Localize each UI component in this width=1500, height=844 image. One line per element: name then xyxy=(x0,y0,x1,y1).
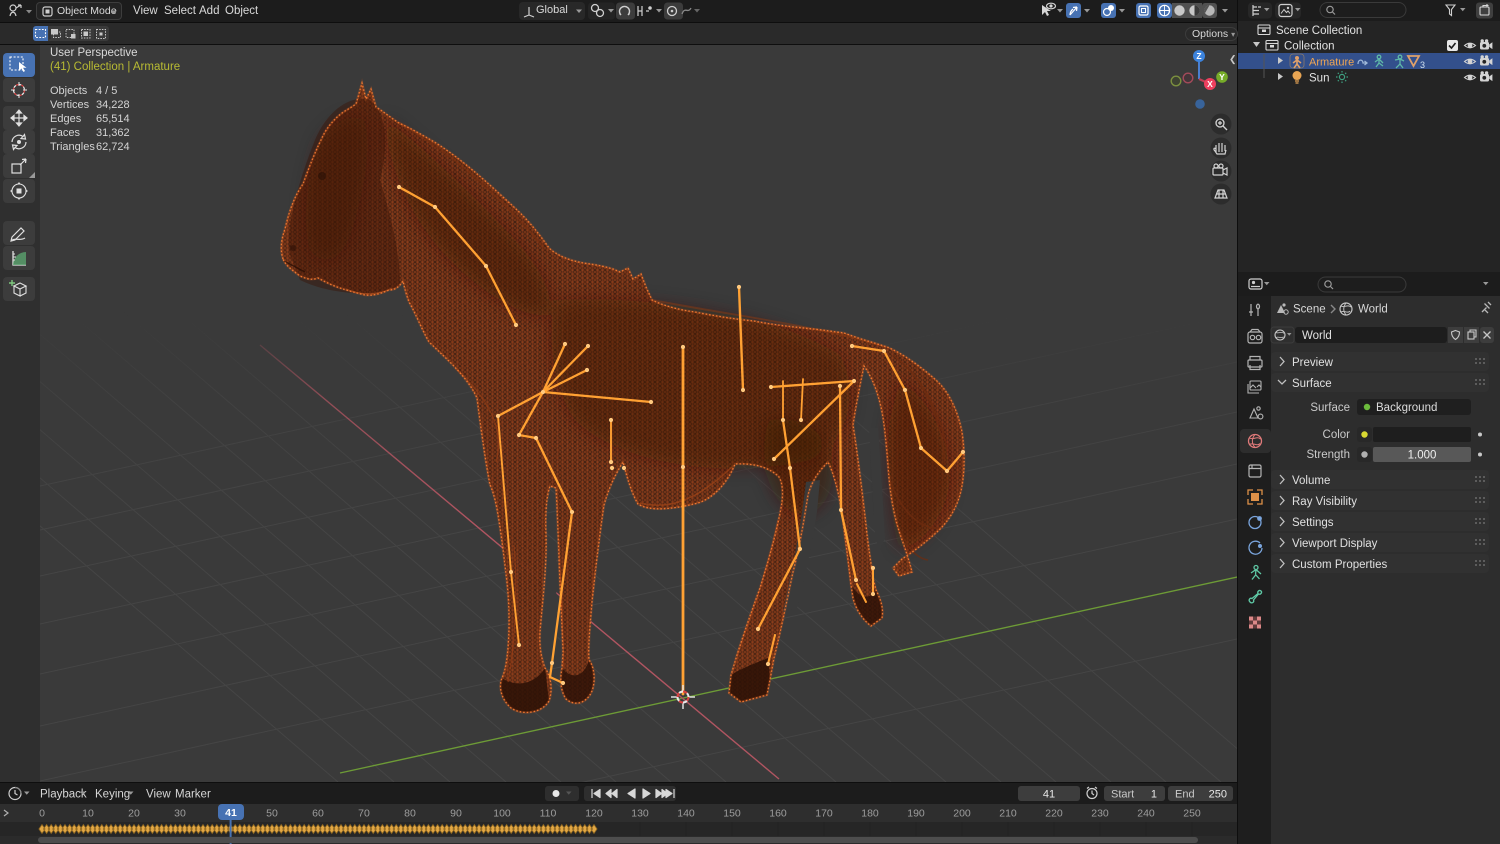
svg-text:Background: Background xyxy=(1376,402,1437,414)
svg-text:30: 30 xyxy=(174,808,186,820)
svg-text:Preview: Preview xyxy=(1292,357,1334,369)
svg-text:200: 200 xyxy=(953,808,971,820)
svg-text:1: 1 xyxy=(1151,789,1157,801)
svg-text:250: 250 xyxy=(1183,808,1201,820)
svg-text:120: 120 xyxy=(585,808,603,820)
svg-text:100: 100 xyxy=(493,808,511,820)
svg-text:Custom Properties: Custom Properties xyxy=(1292,559,1387,571)
svg-text:X: X xyxy=(1207,79,1213,89)
svg-text:90: 90 xyxy=(450,808,462,820)
svg-text:170: 170 xyxy=(815,808,833,820)
svg-text:50: 50 xyxy=(266,808,278,820)
svg-text:250: 250 xyxy=(1209,789,1227,801)
svg-text:3: 3 xyxy=(1420,60,1425,70)
svg-text:110: 110 xyxy=(540,808,557,820)
svg-text:140: 140 xyxy=(677,808,695,820)
svg-text:80: 80 xyxy=(404,808,416,820)
svg-text:❮: ❮ xyxy=(1229,54,1237,65)
svg-text:150: 150 xyxy=(723,808,741,820)
svg-text:190: 190 xyxy=(907,808,925,820)
svg-text:180: 180 xyxy=(861,808,879,820)
svg-text:Sun: Sun xyxy=(1309,73,1329,85)
svg-text:Start: Start xyxy=(1111,789,1134,801)
svg-text:10: 10 xyxy=(82,808,94,820)
svg-text:220: 220 xyxy=(1045,808,1063,820)
svg-text:Viewport Display: Viewport Display xyxy=(1292,538,1378,550)
svg-text:Color: Color xyxy=(1323,429,1351,441)
svg-text:Surface: Surface xyxy=(1310,402,1350,414)
svg-text:Scene: Scene xyxy=(1293,304,1326,316)
svg-text:Playback: Playback xyxy=(40,789,87,801)
svg-text:Strength: Strength xyxy=(1307,449,1350,461)
svg-text:World: World xyxy=(1358,304,1388,316)
svg-text:View: View xyxy=(146,789,171,801)
svg-text:130: 130 xyxy=(631,808,649,820)
svg-text:230: 230 xyxy=(1091,808,1109,820)
svg-text:Y: Y xyxy=(1219,72,1225,82)
svg-text:70: 70 xyxy=(358,808,370,820)
svg-text:1.000: 1.000 xyxy=(1408,450,1437,462)
svg-text:Collection: Collection xyxy=(1284,41,1335,53)
svg-text:Scene Collection: Scene Collection xyxy=(1276,25,1362,37)
svg-text:210: 210 xyxy=(999,808,1017,820)
svg-text:41: 41 xyxy=(1043,789,1055,801)
svg-text:World: World xyxy=(1302,330,1332,342)
svg-text:Surface: Surface xyxy=(1292,378,1332,390)
svg-text:60: 60 xyxy=(312,808,324,820)
svg-text:Ray Visibility: Ray Visibility xyxy=(1292,496,1357,508)
svg-text:End: End xyxy=(1175,789,1195,801)
svg-text:160: 160 xyxy=(769,808,787,820)
svg-text:Keying: Keying xyxy=(95,789,130,801)
svg-text:Settings: Settings xyxy=(1292,517,1334,529)
svg-text:20: 20 xyxy=(128,808,140,820)
svg-text:Marker: Marker xyxy=(175,789,211,801)
svg-text:Armature: Armature xyxy=(1309,57,1354,69)
svg-text:240: 240 xyxy=(1137,808,1155,820)
svg-text:Z: Z xyxy=(1196,51,1201,61)
svg-text:0: 0 xyxy=(39,808,45,820)
svg-text:Volume: Volume xyxy=(1292,475,1330,487)
svg-text:41: 41 xyxy=(225,807,237,819)
